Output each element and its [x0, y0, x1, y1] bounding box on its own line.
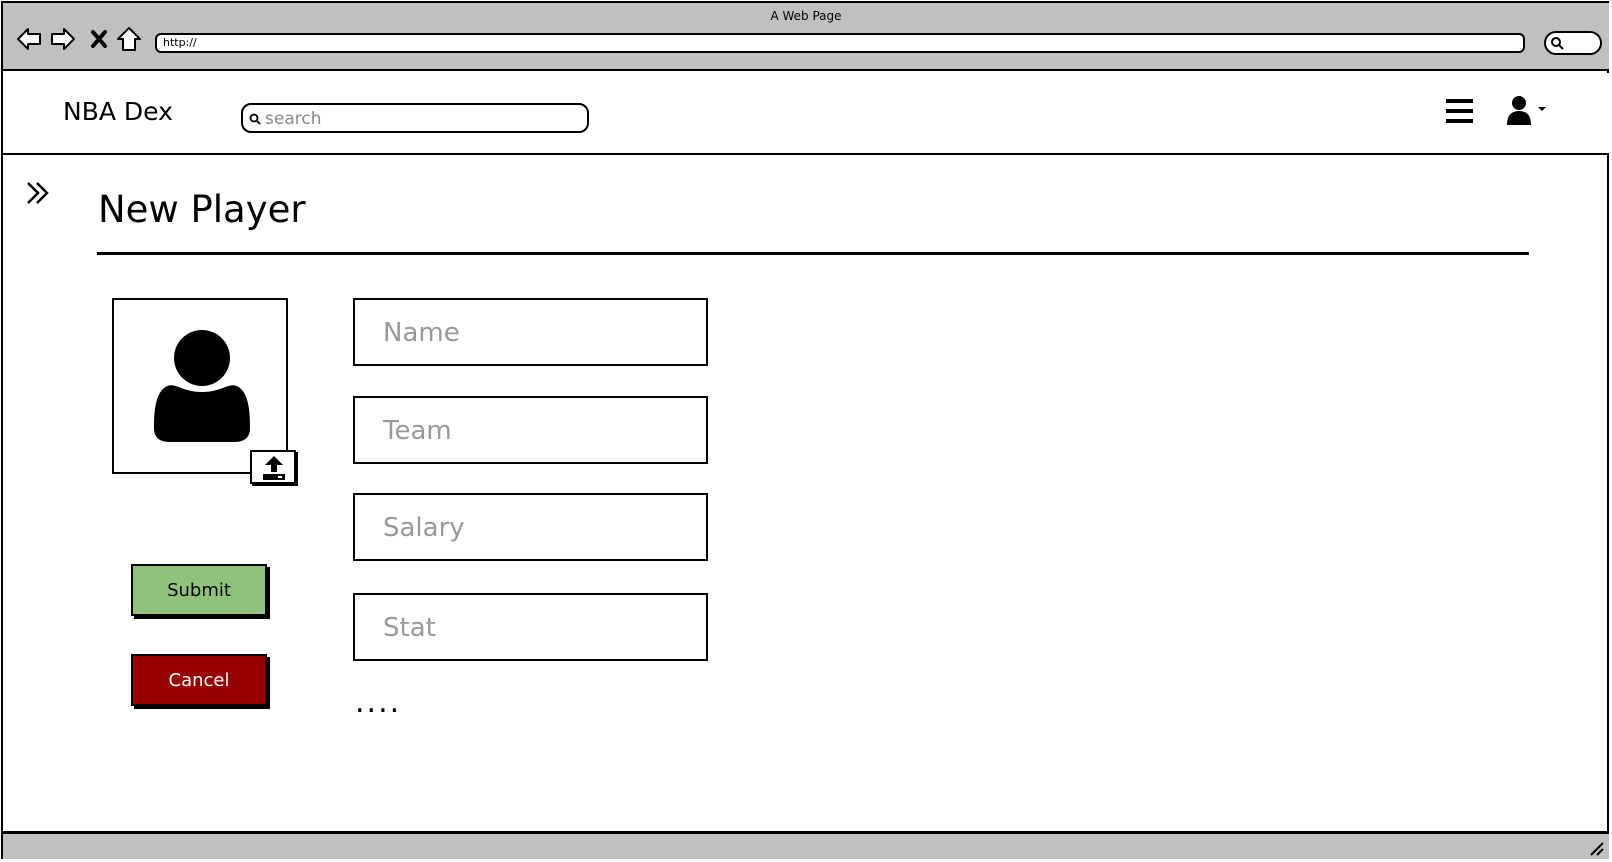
url-bar[interactable]: http://	[155, 33, 1525, 53]
browser-search-button[interactable]	[1544, 31, 1602, 55]
cancel-button[interactable]: Cancel	[131, 654, 267, 706]
player-photo	[112, 298, 288, 474]
upload-photo-button[interactable]	[250, 450, 296, 484]
user-dropdown-icon[interactable]	[1505, 95, 1549, 131]
resize-grip-icon[interactable]	[1589, 841, 1605, 857]
salary-input[interactable]	[381, 509, 695, 547]
stat-input[interactable]	[381, 609, 695, 647]
upload-icon	[263, 456, 285, 480]
forward-arrow-icon[interactable]	[49, 25, 77, 53]
home-icon[interactable]	[115, 25, 143, 53]
more-fields-indicator: ....	[355, 685, 402, 720]
team-field[interactable]	[353, 396, 708, 464]
page-title: New Player	[98, 188, 306, 231]
name-input[interactable]	[381, 314, 695, 352]
title-divider	[97, 252, 1529, 255]
team-input[interactable]	[381, 412, 695, 450]
submit-button[interactable]: Submit	[131, 564, 267, 616]
name-field[interactable]	[353, 298, 708, 366]
close-icon[interactable]	[89, 25, 109, 53]
search-box[interactable]	[241, 103, 589, 133]
app-header: NBA Dex	[3, 73, 1609, 155]
status-bar	[3, 831, 1609, 859]
browser-chrome: A Web Page http://	[3, 3, 1609, 71]
search-icon	[249, 113, 261, 125]
window-title: A Web Page	[770, 9, 842, 23]
user-avatar-icon	[154, 330, 250, 442]
search-input[interactable]	[263, 107, 567, 131]
double-chevron-right-icon[interactable]	[24, 178, 54, 212]
brand-logo[interactable]: NBA Dex	[63, 97, 173, 126]
back-arrow-icon[interactable]	[15, 25, 43, 53]
salary-field[interactable]	[353, 493, 708, 561]
stat-field[interactable]	[353, 593, 708, 661]
hamburger-menu-icon[interactable]	[1445, 97, 1475, 129]
search-icon	[1551, 37, 1564, 50]
